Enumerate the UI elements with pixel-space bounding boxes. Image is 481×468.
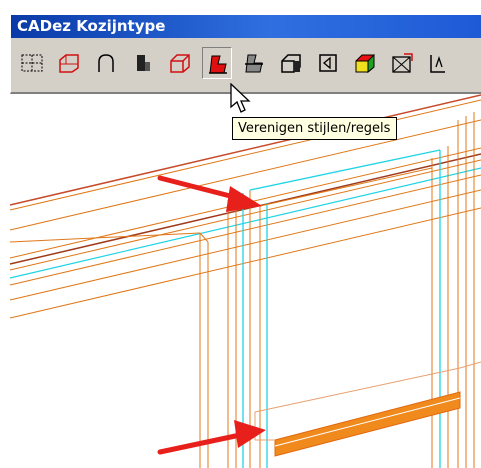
tool-button-9[interactable] — [313, 47, 343, 79]
red-star-frame-icon — [392, 53, 413, 73]
tool-button-5[interactable] — [165, 47, 195, 79]
merge-styles-rules-icon — [209, 55, 227, 74]
tooltip: Verenigen stijlen/regels — [232, 117, 398, 140]
tool-button-2[interactable] — [54, 47, 84, 79]
profile-block-icon — [137, 55, 150, 71]
tool-button-7[interactable] — [239, 47, 269, 79]
tool-button-merge-styles[interactable] — [202, 47, 232, 79]
partial-frame-icon — [430, 55, 445, 73]
red-box-icon — [170, 54, 190, 73]
arch-icon — [98, 54, 114, 72]
red-outline-frame-icon — [59, 54, 79, 73]
tool-button-10[interactable] — [350, 47, 380, 79]
dashed-grid-icon — [21, 54, 43, 72]
tool-button-8[interactable] — [276, 47, 306, 79]
tool-button-1[interactable] — [17, 47, 47, 79]
toolbar-title[interactable]: CADez Kozijntype — [11, 15, 481, 38]
mouse-pointer-icon — [230, 83, 251, 113]
yellow-red-box-icon — [355, 53, 375, 74]
tool-button-4[interactable] — [128, 47, 158, 79]
tool-button-11[interactable] — [387, 47, 417, 79]
toolbar-buttons — [17, 45, 481, 85]
square-diamond-icon — [319, 54, 337, 72]
cad-lines — [9, 94, 481, 468]
kozijntype-toolbar: CADez Kozijntype — [10, 14, 481, 94]
box-panel-icon — [281, 54, 301, 73]
tool-button-12[interactable] — [424, 47, 454, 79]
merge-profile-icon — [245, 54, 263, 73]
tool-button-3[interactable] — [91, 47, 121, 79]
